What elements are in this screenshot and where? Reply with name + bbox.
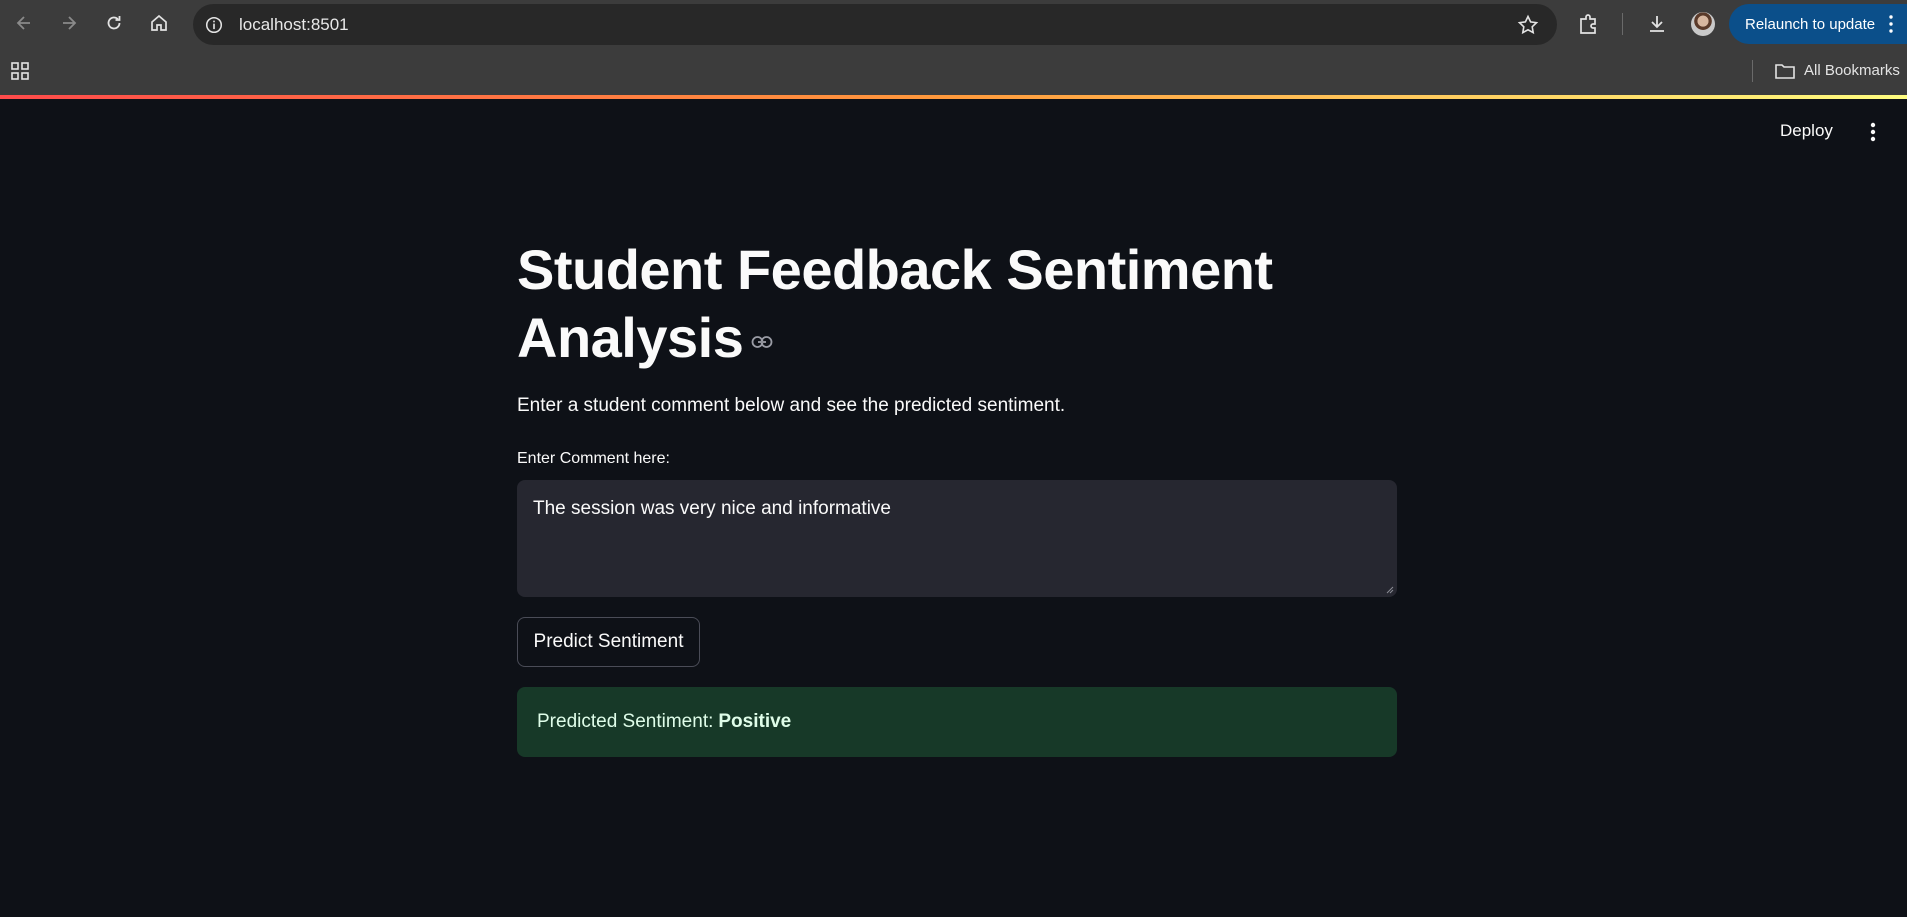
reload-button[interactable]	[99, 8, 129, 38]
back-arrow-icon	[16, 16, 30, 30]
relaunch-label: Relaunch to update	[1745, 15, 1876, 33]
folder-icon	[1775, 64, 1795, 79]
streamlit-decoration-bar	[0, 95, 1907, 99]
all-bookmarks-link[interactable]: All Bookmarks	[1804, 62, 1900, 79]
comment-textarea-value: The session was very nice and informativ…	[533, 498, 891, 519]
relaunch-to-update-button[interactable]: Relaunch to update	[1729, 4, 1907, 44]
more-options-icon	[1889, 15, 1893, 33]
main-menu-icon[interactable]	[1870, 122, 1876, 142]
comment-field-label: Enter Comment here:	[517, 450, 670, 467]
sentiment-result-alert: Predicted Sentiment: Positive	[517, 687, 1397, 757]
predict-sentiment-button[interactable]: Predict Sentiment	[517, 617, 700, 667]
page-title: Student Feedback Sentiment Analysis	[517, 236, 1297, 372]
apps-grid-icon[interactable]	[10, 60, 32, 82]
bookmark-star-icon[interactable]	[1517, 14, 1539, 36]
extensions-icon[interactable]	[1577, 12, 1601, 36]
home-button[interactable]	[144, 8, 174, 38]
result-prefix: Predicted Sentiment:	[537, 711, 714, 732]
url-text[interactable]: localhost:8501	[239, 15, 349, 35]
profile-avatar[interactable]	[1691, 12, 1715, 36]
resize-handle-icon[interactable]	[1386, 586, 1394, 594]
anchor-link-icon[interactable]	[751, 335, 773, 349]
bookmarks-bar: All Bookmarks	[0, 48, 1907, 96]
download-icon[interactable]	[1645, 12, 1669, 36]
comment-textarea[interactable]: The session was very nice and informativ…	[517, 480, 1397, 597]
page-description: Enter a student comment below and see th…	[517, 395, 1066, 416]
back-button[interactable]	[9, 8, 39, 38]
deploy-button[interactable]: Deploy	[1780, 121, 1833, 141]
address-bar[interactable]: localhost:8501	[193, 4, 1557, 45]
site-info-icon[interactable]	[203, 14, 225, 36]
result-value: Positive	[718, 711, 792, 732]
reload-icon	[107, 16, 121, 30]
page-title-line1: Student Feedback Sentiment	[517, 238, 1273, 301]
home-icon	[151, 14, 167, 31]
page-title-line2: Analysis	[517, 306, 744, 369]
browser-toolbar: localhost:8501 Relaunch to update	[0, 0, 1907, 48]
forward-button[interactable]	[54, 8, 84, 38]
forward-arrow-icon	[63, 16, 77, 30]
bookmarks-divider	[1752, 60, 1753, 82]
toolbar-divider	[1622, 13, 1623, 35]
